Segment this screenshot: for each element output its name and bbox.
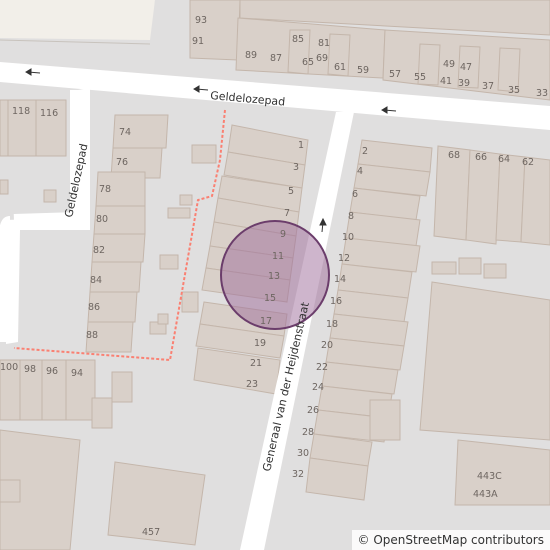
house-number: 18 [326,319,338,330]
house-number: 4 [357,166,363,177]
house-number: 20 [321,340,333,351]
house-number: 69 [316,53,328,64]
house-number: 5 [288,186,294,197]
house-number: 443A [473,489,498,500]
house-number: 78 [99,184,111,195]
house-number: 100 [0,362,18,373]
house-number: 55 [414,72,426,83]
house-number: 85 [292,34,304,45]
house-number: 74 [119,127,131,138]
house-number: 32 [292,469,304,480]
house-number: 98 [24,364,36,375]
house-number: 59 [357,65,369,76]
house-number: 7 [284,208,290,219]
house-number: 13 [268,271,280,282]
house-number: 86 [88,302,100,313]
house-number: 62 [522,157,534,168]
house-number: 84 [90,275,102,286]
house-number: 118 [12,106,30,117]
house-number: 65 [302,57,314,68]
house-number: 47 [460,62,472,73]
house-number: 17 [260,316,272,327]
house-number: 15 [264,293,276,304]
house-number: 66 [475,152,487,163]
house-number: 33 [536,88,548,99]
house-number: 116 [40,108,58,119]
buildings-south [0,359,206,550]
house-number: 94 [71,368,83,379]
house-number: 9 [280,229,286,240]
house-number: 89 [245,50,257,61]
house-number: 96 [46,366,58,377]
house-number: 82 [93,245,105,256]
house-number: 37 [482,81,494,92]
house-number: 14 [334,274,346,285]
house-number: 88 [86,330,98,341]
house-number: 57 [389,69,401,80]
house-number: 8 [348,211,354,222]
open-area [0,0,155,40]
house-number: 1 [298,140,304,151]
house-number: 49 [443,59,455,70]
attribution-link[interactable]: © OpenStreetMap contributors [358,533,544,547]
house-number: 11 [272,251,284,262]
house-number: 16 [330,296,342,307]
house-number: 93 [195,15,207,26]
house-number: 39 [458,78,470,89]
house-number: 19 [254,338,266,349]
house-number: 81 [318,38,330,49]
house-number: 61 [334,62,346,73]
buildings-even [305,139,550,506]
house-number: 23 [246,379,258,390]
house-number: 457 [142,527,160,538]
house-number: 10 [342,232,354,243]
house-number: 6 [352,189,358,200]
house-number: 76 [116,157,128,168]
house-number: 91 [192,36,204,47]
house-number: 68 [448,150,460,161]
house-number: 3 [293,162,299,173]
attribution[interactable]: © OpenStreetMap contributors [351,530,550,550]
map-layer: Geldelozepad Geldelozepad Generaal van d… [0,0,550,550]
house-number: 64 [498,154,510,165]
house-number: 12 [338,253,350,264]
house-number: 35 [508,85,520,96]
buildings-74-88 [85,114,217,353]
house-number: 22 [316,362,328,373]
house-number: 41 [440,76,452,87]
house-number: 80 [96,214,108,225]
house-number: 30 [297,448,309,459]
map-canvas[interactable]: Geldelozepad Geldelozepad Generaal van d… [0,0,550,550]
house-number: 2 [362,146,368,157]
house-number: 21 [250,358,262,369]
house-number: 24 [312,382,324,393]
house-number: 28 [302,427,314,438]
house-number: 26 [307,405,319,416]
house-number: 443C [477,471,502,482]
house-number: 87 [270,53,282,64]
